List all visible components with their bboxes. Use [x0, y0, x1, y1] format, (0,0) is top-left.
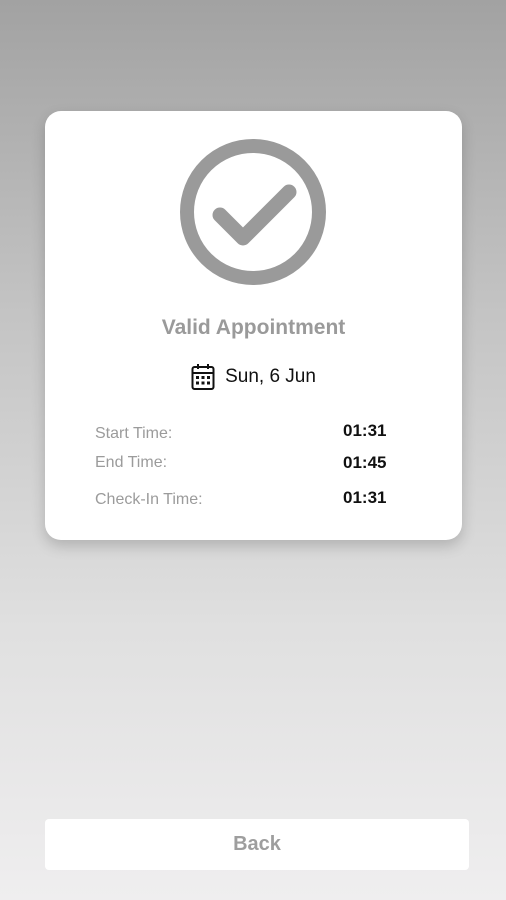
- date-row: Sun, 6 Jun: [45, 363, 462, 391]
- check-in-time-value: 01:31: [343, 488, 387, 507]
- calendar-icon: [191, 364, 215, 390]
- check-in-time-label: Check-In Time:: [95, 491, 203, 508]
- check-circle-icon: [180, 139, 326, 285]
- appointment-date: Sun, 6 Jun: [225, 366, 316, 387]
- appointment-card: Valid Appointment Sun, 6 Jun Start Time:…: [45, 111, 462, 540]
- start-time-label: Start Time:: [95, 425, 173, 442]
- end-time-label: End Time:: [95, 454, 168, 471]
- start-time-value: 01:31: [343, 421, 387, 440]
- appointment-status-title: Valid Appointment: [161, 316, 346, 339]
- end-time-value: 01:45: [343, 453, 387, 472]
- back-button[interactable]: Back: [45, 819, 469, 870]
